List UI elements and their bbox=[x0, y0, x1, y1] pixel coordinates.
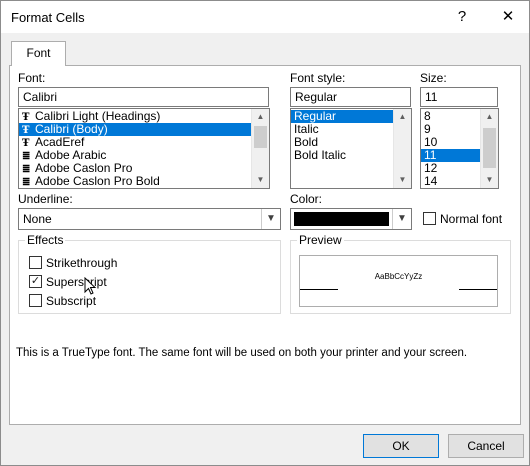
format-cells-dialog: Format Cells ? ✕ Font Font: Calibri Ŧ Cal… bbox=[0, 0, 530, 466]
list-item-label: 9 bbox=[424, 122, 431, 136]
subscript-checkbox[interactable] bbox=[29, 294, 42, 307]
cancel-button[interactable]: Cancel bbox=[448, 434, 524, 458]
font-list-scrollbar[interactable]: ▲ ▼ bbox=[251, 109, 269, 188]
close-button[interactable]: ✕ bbox=[495, 5, 521, 29]
list-item-label: Regular bbox=[294, 109, 337, 123]
preview-sample-text: AaBbCcYyZz bbox=[374, 272, 423, 281]
list-item-label: AcadEref bbox=[35, 135, 85, 149]
list-item-label: Adobe Caslon Pro bbox=[35, 161, 133, 175]
list-item-label: Bold Italic bbox=[294, 148, 347, 162]
size-input[interactable]: 11 bbox=[420, 87, 498, 107]
preview-label: Preview bbox=[297, 233, 344, 247]
preview-baseline-left bbox=[300, 289, 338, 290]
list-item-label: Adobe Arabic bbox=[35, 148, 107, 162]
normal-font-label: Normal font bbox=[440, 212, 503, 226]
scroll-thumb[interactable] bbox=[483, 128, 496, 168]
list-item-label: 12 bbox=[424, 161, 438, 175]
font-style-scrollbar[interactable]: ▲ ▼ bbox=[393, 109, 411, 188]
font-info-text: This is a TrueType font. The same font w… bbox=[16, 347, 468, 359]
effects-group: Effects Strikethrough ✓ Superscript Subs… bbox=[18, 233, 281, 314]
preview-group: Preview AaBbCcYyZz bbox=[290, 233, 511, 314]
list-item-label: Adobe Caslon Pro Bold bbox=[35, 174, 160, 188]
color-swatch bbox=[294, 212, 389, 226]
effects-label: Effects bbox=[25, 233, 66, 247]
font-list[interactable]: Ŧ Calibri Light (Headings) Ŧ Calibri (Body)… bbox=[18, 108, 270, 189]
dialog-title: Format Cells bbox=[11, 10, 85, 25]
title-bar: Format Cells ? ✕ bbox=[1, 1, 529, 33]
scroll-up-icon[interactable]: ▲ bbox=[394, 109, 411, 125]
printer-font-icon: ≣ bbox=[22, 177, 31, 188]
underline-dropdown[interactable]: None ▼ bbox=[18, 208, 281, 230]
preview-box: AaBbCcYyZz bbox=[299, 255, 498, 307]
normal-font-checkbox[interactable] bbox=[423, 212, 436, 225]
font-style-list[interactable]: Regular Italic Bold Bold Italic ▲ ▼ bbox=[290, 108, 412, 189]
scroll-down-icon[interactable]: ▼ bbox=[481, 172, 498, 188]
color-label: Color: bbox=[290, 192, 323, 206]
chevron-down-icon[interactable]: ▼ bbox=[261, 209, 280, 229]
scroll-up-icon[interactable]: ▲ bbox=[481, 109, 498, 125]
list-item-label: 14 bbox=[424, 174, 438, 188]
list-item-label: Italic bbox=[294, 122, 319, 136]
underline-value: None bbox=[23, 212, 52, 226]
list-item-label: Calibri Light (Headings) bbox=[35, 109, 161, 123]
font-style-label: Font style: bbox=[290, 71, 346, 85]
size-label: Size: bbox=[420, 71, 447, 85]
underline-label: Underline: bbox=[18, 192, 73, 206]
chevron-down-icon[interactable]: ▼ bbox=[392, 209, 411, 229]
tab-font[interactable]: Font bbox=[11, 41, 66, 66]
preview-baseline-right bbox=[459, 289, 497, 290]
size-list[interactable]: 8 9 10 11 12 14 ▲ ▼ bbox=[420, 108, 499, 189]
scroll-up-icon[interactable]: ▲ bbox=[252, 109, 269, 125]
strikethrough-label[interactable]: Strikethrough bbox=[46, 256, 117, 270]
font-label: Font: bbox=[18, 71, 46, 85]
font-tab-panel: Font: Calibri Ŧ Calibri Light (Headings) Ŧ… bbox=[9, 65, 521, 425]
ok-button[interactable]: OK bbox=[363, 434, 439, 458]
strikethrough-checkbox[interactable] bbox=[29, 256, 42, 269]
list-item-label: 10 bbox=[424, 135, 438, 149]
color-dropdown[interactable]: ▼ bbox=[290, 208, 412, 230]
mouse-cursor-icon bbox=[84, 277, 97, 295]
help-button[interactable]: ? bbox=[449, 5, 475, 29]
list-item-label: 8 bbox=[424, 109, 431, 123]
scroll-down-icon[interactable]: ▼ bbox=[252, 172, 269, 188]
list-item-label: Bold bbox=[294, 135, 319, 149]
superscript-checkbox[interactable]: ✓ bbox=[29, 275, 42, 288]
list-item[interactable]: ≣ Adobe Caslon Pro Bold bbox=[19, 174, 269, 189]
font-input[interactable]: Calibri bbox=[18, 87, 269, 107]
scroll-down-icon[interactable]: ▼ bbox=[394, 172, 411, 188]
list-item-label: 11 bbox=[424, 148, 437, 162]
list-item-label: Calibri (Body) bbox=[35, 122, 108, 136]
scroll-thumb[interactable] bbox=[254, 126, 267, 148]
font-style-input[interactable]: Regular bbox=[290, 87, 411, 107]
size-scrollbar[interactable]: ▲ ▼ bbox=[480, 109, 498, 188]
